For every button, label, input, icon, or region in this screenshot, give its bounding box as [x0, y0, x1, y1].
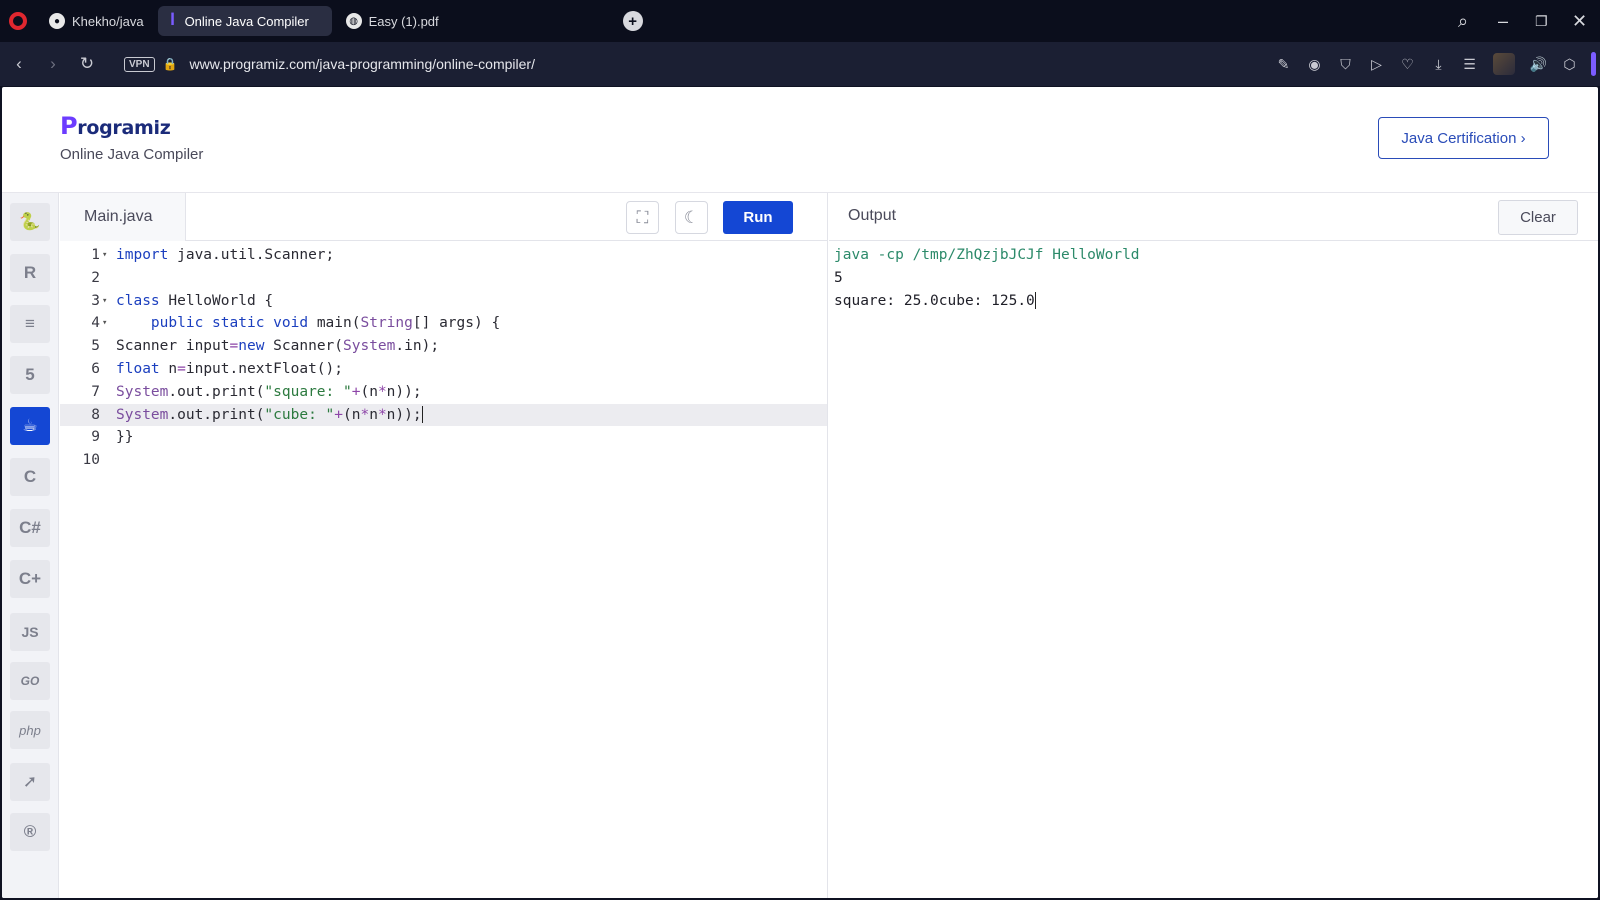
camera-icon[interactable]: ◉ — [1299, 56, 1330, 73]
language-csharp-icon[interactable]: C# — [10, 509, 50, 547]
output-toolbar: Output Clear — [829, 193, 1598, 241]
fold-arrow-icon[interactable]: ▾ — [102, 244, 107, 267]
lock-icon[interactable]: 🔒 — [163, 57, 178, 71]
sidebar-toggle[interactable] — [1591, 52, 1596, 76]
line-number: 10 — [82, 452, 100, 469]
code-line[interactable]: 2 — [60, 267, 827, 290]
github-icon: ● — [49, 13, 65, 29]
output-panel: Output Clear java -cp /tmp/ZhQzjbJCJf He… — [829, 193, 1598, 898]
menu-icon[interactable]: ☰ — [1454, 56, 1485, 73]
text-cursor — [421, 406, 423, 424]
site-header: Programiz Online Java Compiler Java Cert… — [2, 87, 1598, 193]
output-title: Output — [848, 207, 897, 224]
address-bar: ‹ › ↻ VPN 🔒 www.programiz.com/java-progr… — [0, 42, 1600, 86]
language-javascript-icon[interactable]: JS — [10, 613, 50, 651]
output-line: square: 25.0cube: 125.0 — [834, 292, 1036, 310]
programiz-icon: ꟾ — [170, 13, 175, 28]
page-subtitle: Online Java Compiler — [60, 146, 204, 163]
reload-button[interactable]: ↻ — [70, 47, 104, 81]
heart-icon[interactable]: ♡ — [1392, 56, 1423, 73]
code-line-active[interactable]: 8 System.out.print("cube: "+(n*n*n)); — [60, 403, 827, 427]
fold-arrow-icon[interactable]: ▾ — [102, 290, 107, 313]
edit-icon[interactable]: ✎ — [1268, 56, 1299, 73]
browser-toolbar: ✎ ◉ ⛉ ▷ ♡ ⤓ ☰ 🔊 ⬡ — [1268, 42, 1600, 86]
tab-title: Khekho/java — [72, 13, 144, 29]
language-swift-icon[interactable]: ➚ — [10, 763, 50, 801]
console-cursor — [1034, 292, 1036, 310]
code-line[interactable]: 1 ▾ import java.util.Scanner; — [60, 244, 827, 267]
language-python-icon[interactable]: 🐍 — [10, 203, 50, 241]
language-r-icon[interactable]: R — [10, 254, 50, 292]
line-number: 2 — [91, 269, 100, 286]
output-console[interactable]: java -cp /tmp/ZhQzjbJCJf HelloWorld 5 sq… — [834, 244, 1140, 312]
code-line[interactable]: 4 ▾ public static void main(String[] args… — [60, 312, 827, 335]
tab-title: Online Java Compiler — [184, 13, 309, 29]
code-area[interactable]: 1 ▾ import java.util.Scanner; 2 3 ▾ class He… — [60, 244, 827, 472]
language-java-icon[interactable]: ☕ — [10, 407, 50, 445]
profile-avatar[interactable] — [1493, 53, 1515, 75]
extensions-cube-icon[interactable]: ⬡ — [1554, 56, 1585, 73]
line-number: 5 — [91, 338, 100, 355]
tab-title: Easy (1).pdf — [368, 13, 439, 29]
browser-tab-bar: ● Khekho/java ꟾ Online Java Compiler ◍ E… — [0, 0, 1600, 42]
speaker-icon[interactable]: 🔊 — [1523, 56, 1554, 73]
code-line[interactable]: 5 Scanner input=new Scanner(System.in); — [60, 335, 827, 358]
line-number: 4 — [91, 315, 100, 332]
code-line[interactable]: 3 ▾ class HelloWorld { — [60, 290, 827, 313]
language-cpp-icon[interactable]: C+ — [10, 560, 50, 598]
language-html-icon[interactable]: 5 — [10, 356, 50, 394]
url-field[interactable]: www.programiz.com/java-programming/onlin… — [190, 56, 535, 72]
language-go-icon[interactable]: GO — [10, 662, 50, 700]
code-line[interactable]: 6 float n=input.nextFloat(); — [60, 358, 827, 381]
close-window-button[interactable]: ✕ — [1572, 0, 1587, 42]
tab-online-java-compiler[interactable]: ꟾ Online Java Compiler — [157, 6, 332, 36]
file-tab-main-java[interactable]: Main.java — [60, 193, 186, 241]
line-number: 9 — [91, 429, 100, 446]
fullscreen-icon[interactable]: ⛶ — [626, 201, 659, 234]
dark-mode-moon-icon[interactable]: ☾ — [675, 201, 708, 234]
code-line[interactable]: 10 — [60, 449, 827, 472]
globe-icon: ◍ — [345, 13, 362, 29]
restore-button[interactable]: ❐ — [1535, 0, 1548, 42]
line-number: 8 — [91, 406, 100, 423]
language-sidebar: 🐍 R ≡ 5 ☕ C C# C+ JS GO php ➚ ® — [2, 193, 59, 898]
minimize-button[interactable]: – — [1498, 0, 1508, 42]
language-php-icon[interactable]: php — [10, 711, 50, 749]
editor-toolbar: Main.java ⛶ ☾ Run — [60, 193, 827, 241]
vpn-badge[interactable]: VPN — [124, 56, 155, 72]
output-command-line: java -cp /tmp/ZhQzjbJCJf HelloWorld — [834, 247, 1140, 263]
code-line[interactable]: 7 System.out.print("square: "+(n*n)); — [60, 381, 827, 404]
forward-button[interactable]: › — [36, 47, 70, 81]
code-editor-panel: Main.java ⛶ ☾ Run 1 ▾ import java.util.Sca… — [60, 193, 828, 898]
fold-arrow-icon[interactable]: ▾ — [102, 312, 107, 335]
play-icon[interactable]: ▷ — [1361, 56, 1392, 73]
download-icon[interactable]: ⤓ — [1423, 56, 1454, 73]
line-number: 1 — [91, 247, 100, 263]
line-number: 7 — [91, 383, 100, 400]
new-tab-button[interactable]: + — [622, 11, 643, 31]
programiz-page: Programiz Online Java Compiler Java Cert… — [2, 87, 1598, 898]
output-line: 5 — [834, 269, 843, 286]
java-certification-button[interactable]: Java Certification › — [1378, 117, 1549, 159]
back-button[interactable]: ‹ — [2, 47, 36, 81]
tab-easy-pdf[interactable]: ◍ Easy (1).pdf — [336, 6, 449, 36]
language-rust-icon[interactable]: ® — [10, 813, 50, 851]
tab-khekho-java[interactable]: ● Khekho/java — [39, 6, 154, 36]
opera-logo-icon[interactable] — [9, 12, 27, 30]
line-number: 3 — [91, 292, 100, 309]
language-sql-icon[interactable]: ≡ — [10, 305, 50, 343]
code-line[interactable]: 9}} — [60, 426, 827, 449]
programiz-logo[interactable]: Programiz — [60, 112, 171, 140]
search-tabs-icon[interactable]: ⌕ — [1458, 0, 1468, 42]
clear-button[interactable]: Clear — [1498, 200, 1578, 235]
line-number: 6 — [91, 360, 100, 377]
run-button[interactable]: Run — [723, 201, 793, 234]
language-c-icon[interactable]: C — [10, 458, 50, 496]
shield-icon[interactable]: ⛉ — [1330, 56, 1361, 73]
